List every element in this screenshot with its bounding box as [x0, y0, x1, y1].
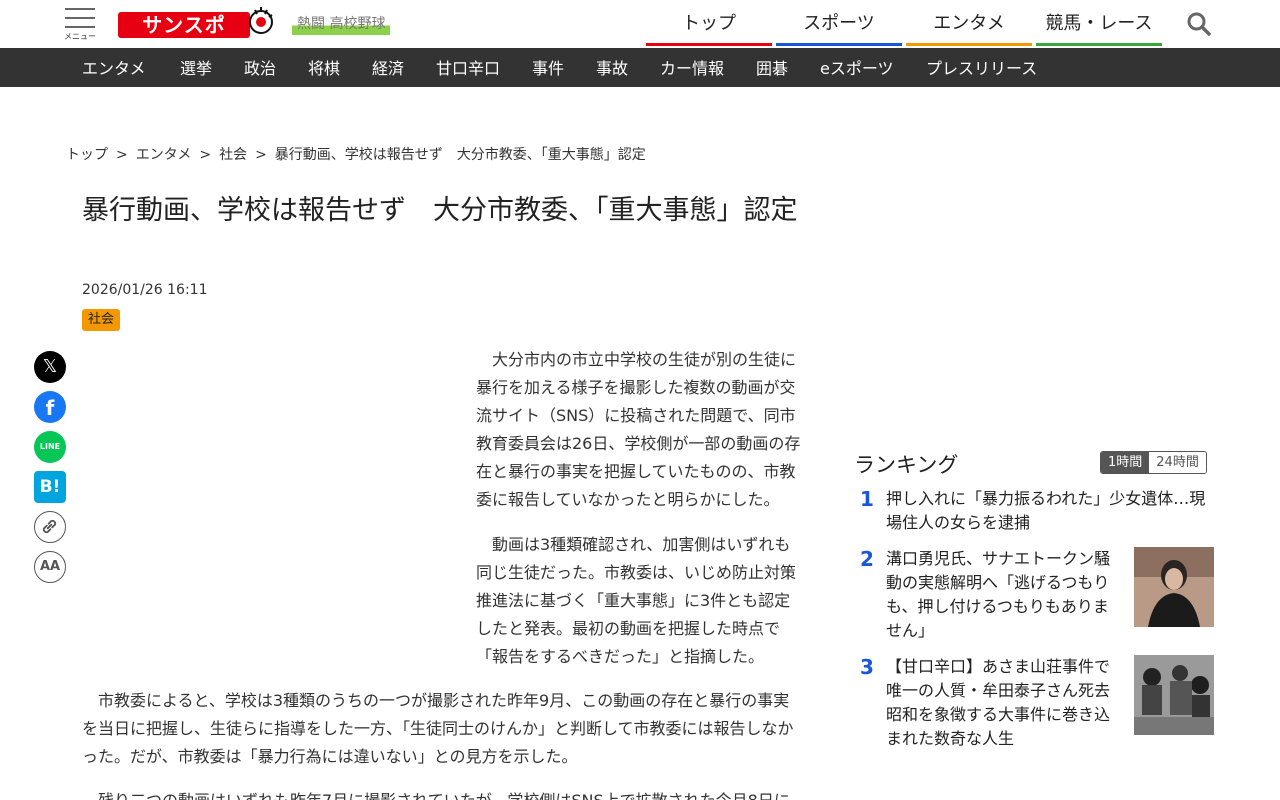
facebook-icon: f: [45, 396, 55, 420]
share-line-button[interactable]: LINE: [34, 431, 66, 463]
breadcrumb-top[interactable]: トップ: [66, 147, 108, 163]
ranking-headline: 押し入れに「暴力振るわれた」少女遺体…現場住人の女らを逮捕: [886, 489, 1206, 532]
tab-top[interactable]: トップ: [646, 0, 772, 46]
subnav-item-accident[interactable]: 事故: [596, 48, 628, 87]
search-icon[interactable]: [1186, 11, 1212, 37]
subnav-item-incident[interactable]: 事件: [532, 48, 564, 87]
subnav-item-shogi[interactable]: 将棋: [308, 48, 340, 87]
highschool-baseball-link[interactable]: 熱闘 高校野球: [292, 14, 391, 35]
ranking-thumbnail: [1134, 655, 1214, 735]
subnav-item-politics[interactable]: 政治: [244, 48, 276, 87]
font-size-icon: AA: [39, 559, 61, 574]
share-x-button[interactable]: 𝕏: [34, 351, 66, 383]
subnav-item-amakuchi-karakuchi[interactable]: 甘口辛口: [436, 48, 500, 87]
ranking-period-toggle: 1時間 24時間: [1100, 451, 1207, 474]
breadcrumb-separator: >: [116, 147, 128, 163]
ranking-24hour-tab[interactable]: 24時間: [1149, 452, 1206, 473]
tab-underline: [1036, 43, 1162, 46]
subnav-item-press-release[interactable]: プレスリリース: [926, 48, 1037, 87]
subnav-item-esports[interactable]: eスポーツ: [820, 48, 894, 87]
subnav-item-entertainment[interactable]: エンタメ: [82, 48, 146, 87]
subnav-item-economy[interactable]: 経済: [372, 48, 404, 87]
breadcrumb-current: 暴行動画、学校は報告せず 大分市教委、「重大事態」認定: [274, 147, 646, 163]
tab-label: トップ: [682, 13, 736, 34]
subnav-item-go[interactable]: 囲碁: [756, 48, 788, 87]
subnav-item-car-info[interactable]: カー情報: [660, 48, 724, 87]
menu-button[interactable]: メニュー: [64, 8, 96, 42]
share-hatena-button[interactable]: B!: [34, 471, 66, 503]
breadcrumb-separator: >: [199, 147, 212, 163]
site-logo[interactable]: サンスポ: [118, 5, 276, 39]
category-badge[interactable]: 社会: [82, 309, 121, 331]
ranking-number: 2: [860, 547, 874, 571]
font-size-button[interactable]: AA: [34, 551, 66, 583]
hatena-bookmark-icon: B!: [39, 477, 61, 497]
article-title: 暴行動画、学校は報告せず 大分市教委、「重大事態」認定: [82, 195, 798, 226]
hamburger-icon-bar: [65, 26, 95, 28]
tab-label: 競馬・レース: [1045, 13, 1153, 34]
tab-underline: [646, 43, 772, 46]
ranking-headline: 【甘口辛口】あさま山荘事件で唯一の人質・牟田泰子さん死去 昭和を象徴する大事件に…: [886, 657, 1111, 748]
x-icon: 𝕏: [42, 356, 58, 377]
ranking-headline: 溝口勇児氏、サナエトークン騒動の実態解明へ「逃げるつもりも、押し付けるつもりもあ…: [886, 549, 1111, 640]
hamburger-icon: [65, 8, 95, 10]
tab-sports[interactable]: スポーツ: [776, 0, 902, 46]
link-icon: [42, 519, 57, 534]
logo-text: サンスポ: [118, 12, 250, 38]
ranking-title: ランキング: [854, 453, 959, 477]
tab-underline: [776, 43, 902, 46]
ranking-item[interactable]: 1 押し入れに「暴力振るわれた」少女遺体…現場住人の女らを逮捕: [854, 487, 1214, 537]
tab-entertainment[interactable]: エンタメ: [906, 0, 1032, 46]
subnav-item-election[interactable]: 選挙: [180, 48, 212, 87]
sub-navigation: エンタメ 選挙 政治 将棋 経済 甘口辛口 事件 事故 カー情報 囲碁 eスポー…: [0, 48, 1280, 87]
tab-keiba-race[interactable]: 競馬・レース: [1036, 0, 1162, 46]
ranking-1hour-tab[interactable]: 1時間: [1101, 452, 1150, 473]
share-facebook-button[interactable]: f: [34, 391, 66, 423]
ranking-item[interactable]: 2 溝口勇児氏、サナエトークン騒動の実態解明へ「逃げるつもりも、押し付けるつもり…: [854, 547, 1214, 647]
tab-label: スポーツ: [803, 13, 875, 34]
hamburger-icon-bar: [65, 17, 95, 19]
copy-link-button[interactable]: [34, 511, 66, 543]
sun-logo-icon: [249, 7, 273, 34]
article-paragraph: 残り二つの動画はいずれも昨年7月に撮影されていたが、学校側はSNS上で拡散された…: [82, 787, 802, 800]
ranking-number: 1: [860, 487, 874, 511]
article-paragraph: 大分市内の市立中学校の生徒が別の生徒に暴行を加える様子を撮影した複数の動画が交流…: [476, 350, 801, 509]
ranking-item[interactable]: 3 【甘口辛口】あさま山荘事件で唯一の人質・牟田泰子さん死去 昭和を象徴する大事…: [854, 655, 1214, 755]
ranking-number: 3: [860, 655, 874, 679]
breadcrumb-separator: >: [255, 147, 267, 163]
menu-label: メニュー: [64, 32, 96, 41]
line-icon: LINE: [39, 442, 61, 451]
tab-label: エンタメ: [933, 13, 1005, 34]
tab-underline: [906, 43, 1032, 46]
article-paragraph: 市教委によると、学校は3種類のうちの一つが撮影された昨年9月、この動画の存在と暴…: [82, 691, 794, 766]
breadcrumb: トップ > エンタメ > 社会 > 暴行動画、学校は報告せず 大分市教委、「重大事態」認定: [66, 144, 646, 164]
site-header: メニュー サンスポ 熱闘 高校野球 トップ スポーツ エンタメ 競馬・レース: [0, 0, 1280, 48]
breadcrumb-society[interactable]: 社会: [219, 147, 247, 163]
breadcrumb-entertainment[interactable]: エンタメ: [136, 147, 192, 163]
article-paragraph: 動画は3種類確認され、加害側はいずれも同じ生徒だった。市教委は、いじめ防止対策推…: [476, 535, 797, 666]
ranking-thumbnail: [1134, 547, 1214, 627]
article-date: 2026/01/26 16:11: [82, 282, 208, 298]
